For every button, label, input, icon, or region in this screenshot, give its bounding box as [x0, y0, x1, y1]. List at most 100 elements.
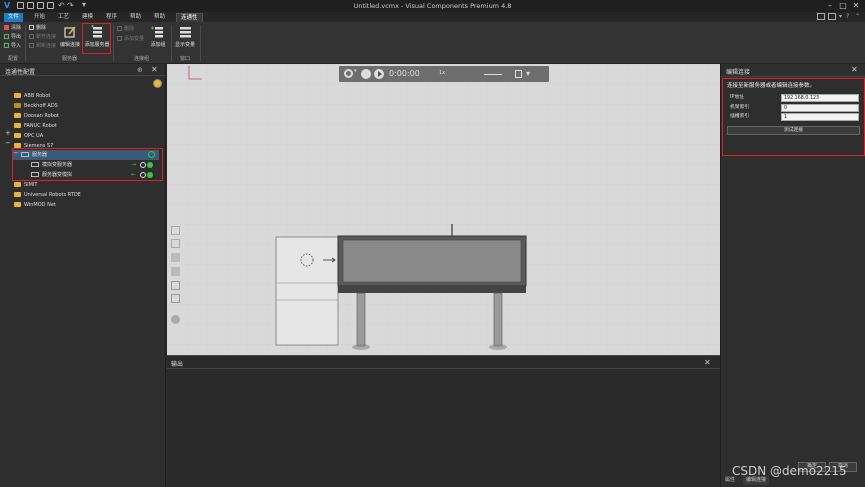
pin-icon[interactable]: ⊕	[137, 66, 143, 74]
highlight-server-tree	[12, 148, 163, 181]
tab-file[interactable]: 文件	[4, 13, 24, 22]
refresh-connection-label: 刷新连接	[36, 43, 57, 49]
window-layout-icon[interactable]	[828, 13, 836, 20]
add-variable-icon	[117, 36, 122, 41]
tree-item-opcua[interactable]: OPC UA	[14, 131, 43, 141]
tree-item-doosan[interactable]: Doosan Robot	[14, 111, 59, 121]
export-icon	[4, 34, 9, 39]
ribbon-separator	[200, 25, 201, 61]
export-label: 导出	[11, 34, 22, 40]
output-title: 输出	[171, 361, 184, 368]
export-button[interactable]: 导出	[4, 34, 21, 41]
refresh-all-icon[interactable]	[153, 79, 162, 88]
view-zoom-icon[interactable]	[171, 239, 180, 248]
folder-icon	[14, 112, 21, 118]
output-divider	[167, 368, 720, 369]
tab-program[interactable]: 程序	[102, 13, 121, 22]
show-variables-button[interactable]: 显示变量	[173, 25, 197, 48]
panel-header: 连通性配置 ⊕ ✕	[0, 64, 166, 76]
tree-item-label: FANUC Robot	[24, 123, 57, 129]
add-group-icon	[151, 25, 165, 39]
import-icon	[4, 43, 9, 48]
disconnect-button[interactable]: 断开连接	[29, 34, 56, 41]
clear-button[interactable]: 清除	[4, 25, 21, 32]
folder-icon	[14, 132, 21, 138]
tree-item-abb[interactable]: ABB Robot	[14, 91, 50, 101]
help-icon[interactable]: ?	[846, 13, 849, 20]
tab-help-2[interactable]: 帮助	[150, 13, 169, 22]
delete-variable-label: 删除	[124, 26, 135, 32]
ribbon-dropdown-icon[interactable]: ▾	[839, 13, 842, 20]
folder-icon	[14, 201, 21, 207]
connectivity-config-panel: 连通性配置 ⊕ ✕ ABB Robot Beckhoff ADS Doosan …	[0, 64, 166, 487]
layout-icon[interactable]	[817, 13, 825, 20]
view-fit-icon[interactable]	[171, 226, 180, 235]
tab-home[interactable]: 开始	[30, 13, 49, 22]
maximize-button[interactable]: □	[838, 1, 848, 10]
view-camera-icon[interactable]	[171, 281, 180, 290]
tree-item-label: SIMIT	[24, 182, 38, 188]
add-group-button[interactable]: 添加组	[148, 25, 168, 48]
tab-connectivity[interactable]: 连通性	[176, 13, 203, 22]
tree-item-beckhoff[interactable]: Beckhoff ADS	[14, 101, 58, 111]
ribbon-tabs: 文件 开始 工艺 建模 程序 帮助 帮助 连通性 ▾ ? ⌃	[0, 12, 865, 22]
panel-close-icon[interactable]: ✕	[851, 65, 858, 74]
view-snap-icon[interactable]	[171, 294, 180, 303]
import-button[interactable]: 导入	[4, 43, 21, 50]
view-selection-icon[interactable]	[171, 253, 180, 262]
group-label-window: 窗口	[180, 56, 191, 62]
tab-process[interactable]: 工艺	[54, 13, 73, 22]
collapse-ribbon-icon[interactable]: ⌃	[855, 13, 860, 20]
window-title: Untitled.vcmx - Visual Components Premiu…	[353, 2, 512, 10]
add-group-label: 添加组	[150, 42, 166, 48]
group-label-connect: 连接组	[134, 56, 150, 62]
tree-item-simit[interactable]: SIMIT	[14, 180, 38, 190]
sim-settings-dropdown-icon[interactable]: ▾	[354, 68, 357, 74]
tree-item-universal-robots[interactable]: Universal Robots RTDE	[14, 190, 81, 200]
group-label-server: 服务器	[62, 56, 78, 62]
tab-modeling[interactable]: 建模	[78, 13, 97, 22]
sim-options-icon[interactable]: ▾	[526, 69, 530, 78]
edit-connection-label: 编辑连接	[59, 42, 80, 48]
ribbon: 清除 导出 导入 配置 删除 断开连接 刷新连接 编辑连接 添加服务器 服务器 …	[0, 22, 865, 64]
scene-canvas	[167, 64, 720, 355]
tree-item-winmod[interactable]: WinMOD Net	[14, 200, 56, 210]
disconnect-label: 断开连接	[36, 34, 57, 40]
delete-variable-button[interactable]: 删除	[117, 26, 134, 33]
collapse-icon[interactable]: −	[5, 139, 11, 147]
view-render-icon[interactable]	[171, 267, 180, 276]
sim-record-icon[interactable]	[515, 70, 522, 78]
tree-item-label: WinMOD Net	[24, 202, 56, 208]
panel-close-icon[interactable]: ✕	[151, 65, 158, 74]
import-label: 导入	[11, 43, 22, 49]
speed-slider[interactable]	[484, 74, 502, 75]
view-dimension-icon[interactable]	[171, 315, 180, 324]
show-variables-icon	[178, 25, 192, 39]
3d-viewport[interactable]: ▾ 0:00:00 1x ▾	[167, 64, 720, 355]
refresh-icon	[29, 43, 34, 48]
tree-item-label: Universal Robots RTDE	[24, 192, 81, 198]
reset-button[interactable]	[361, 69, 371, 79]
sim-settings-icon[interactable]	[344, 69, 353, 78]
tree-item-fanuc[interactable]: FANUC Robot	[14, 121, 57, 131]
highlight-add-server	[82, 23, 111, 54]
minimize-button[interactable]: –	[825, 1, 835, 10]
folder-icon	[14, 92, 21, 98]
refresh-connection-button[interactable]: 刷新连接	[29, 43, 56, 50]
output-close-icon[interactable]: ✕	[704, 358, 711, 367]
sim-time: 0:00:00	[389, 69, 420, 78]
expand-icon[interactable]: +	[5, 129, 11, 137]
edit-connection-button[interactable]: 编辑连接	[58, 25, 82, 48]
add-variable-button[interactable]: 添加变量	[117, 36, 144, 43]
output-panel: 输出 ✕	[167, 355, 720, 487]
delete-server-button[interactable]: 删除	[29, 25, 46, 32]
sim-speed: 1x	[439, 70, 446, 76]
folder-icon	[14, 191, 21, 197]
folder-icon	[14, 142, 21, 148]
delete-server-label: 删除	[36, 25, 47, 31]
close-button[interactable]: ✕	[851, 1, 861, 10]
ribbon-separator	[171, 25, 172, 61]
panel-title: 连通性配置	[5, 69, 36, 76]
tab-help[interactable]: 帮助	[126, 13, 145, 22]
delete-variable-icon	[117, 26, 122, 31]
